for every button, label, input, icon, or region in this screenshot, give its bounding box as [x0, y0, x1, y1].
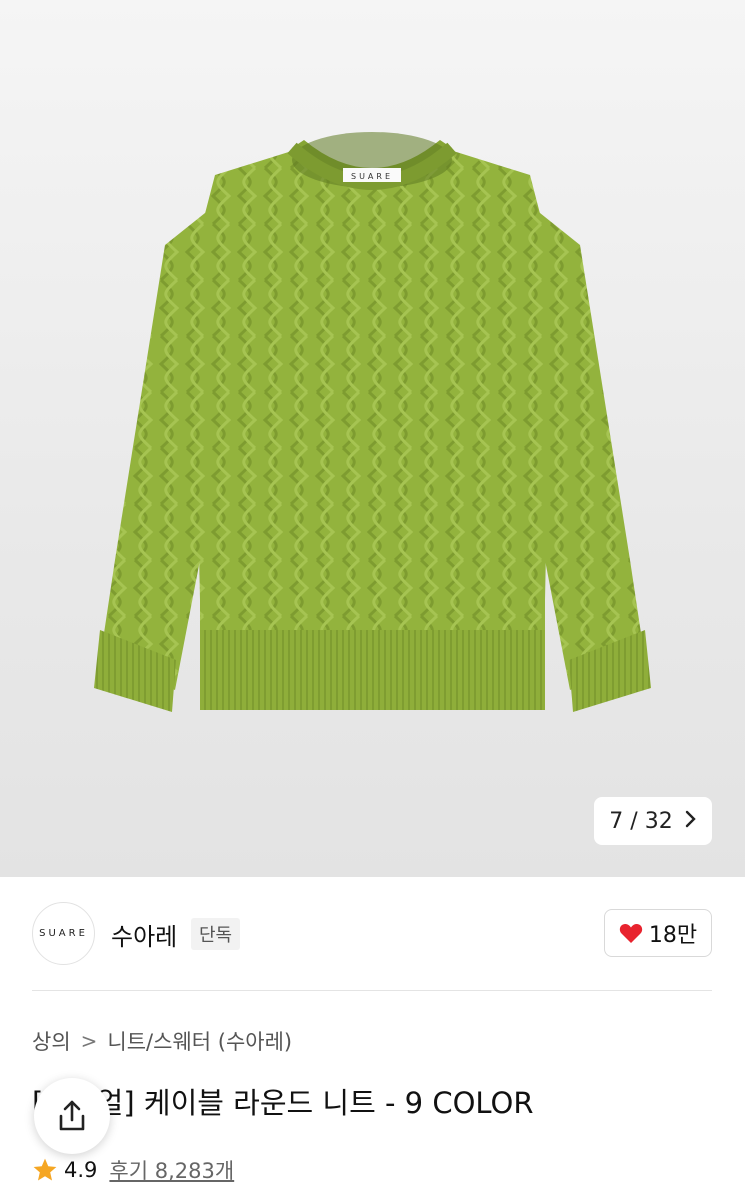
chevron-right-icon [685, 809, 697, 834]
product-image-gallery[interactable]: SUARE 7 / 32 [0, 0, 745, 877]
brand-row: SUARE 수아레 단독 18만 [0, 877, 745, 990]
breadcrumb: 상의 > 니트/스웨터 (수아레) [32, 1026, 292, 1056]
rating-score: 4.9 [64, 1158, 98, 1182]
svg-text:SUARE: SUARE [351, 172, 393, 181]
image-counter[interactable]: 7 / 32 [594, 797, 712, 845]
review-count-link[interactable]: 후기 8,283개 [109, 1155, 234, 1185]
like-button[interactable]: 18만 [604, 909, 712, 957]
share-icon [59, 1100, 85, 1131]
rating-row: 4.9 후기 8,283개 [32, 1155, 234, 1185]
breadcrumb-item-category[interactable]: 상의 [32, 1026, 71, 1056]
brand-logo-text: SUARE [39, 928, 88, 939]
counter-total: 32 [644, 808, 673, 834]
breadcrumb-separator: > [80, 1029, 98, 1053]
divider [32, 990, 712, 991]
share-button[interactable] [34, 1078, 110, 1154]
brand-logo[interactable]: SUARE [32, 902, 95, 965]
star-icon [33, 1158, 57, 1181]
counter-separator: / [630, 808, 638, 834]
counter-current: 7 [609, 808, 624, 834]
breadcrumb-item-subcategory[interactable]: 니트/스웨터 (수아레) [107, 1026, 292, 1056]
brand-name[interactable]: 수아레 [111, 917, 177, 952]
exclusive-badge: 단독 [191, 918, 241, 950]
like-count: 18만 [648, 923, 698, 948]
heart-icon [619, 923, 643, 943]
product-image: SUARE [94, 132, 651, 712]
